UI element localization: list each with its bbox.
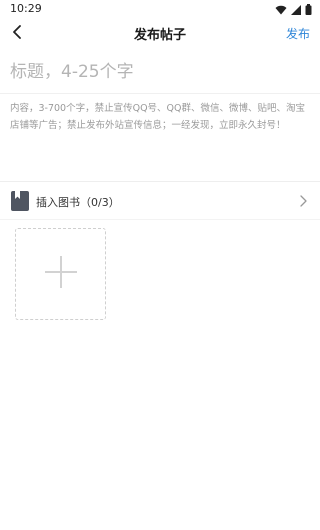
signal-icon xyxy=(291,0,301,19)
status-bar: 10:29 xyxy=(0,0,320,18)
publish-button[interactable]: 发布 xyxy=(286,25,310,42)
content-field-container xyxy=(0,96,320,180)
title-input[interactable] xyxy=(0,50,320,93)
insert-book-row[interactable]: 插入图书（0/3） xyxy=(0,182,320,220)
battery-icon xyxy=(305,0,312,19)
status-icons xyxy=(275,3,312,15)
content-textarea[interactable] xyxy=(0,96,320,180)
plus-icon xyxy=(44,255,78,293)
book-icon xyxy=(11,191,29,211)
status-time: 10:29 xyxy=(10,2,42,15)
chevron-right-icon xyxy=(296,193,310,209)
title-field-container xyxy=(0,50,320,94)
page-title: 发布帖子 xyxy=(133,28,186,43)
nav-bar: 发布帖子 发布 xyxy=(0,18,320,48)
wifi-icon xyxy=(275,0,287,19)
bottom-bar xyxy=(0,518,320,530)
insert-book-label: 插入图书（0/3） xyxy=(36,196,120,209)
add-image-button[interactable] xyxy=(15,228,106,320)
